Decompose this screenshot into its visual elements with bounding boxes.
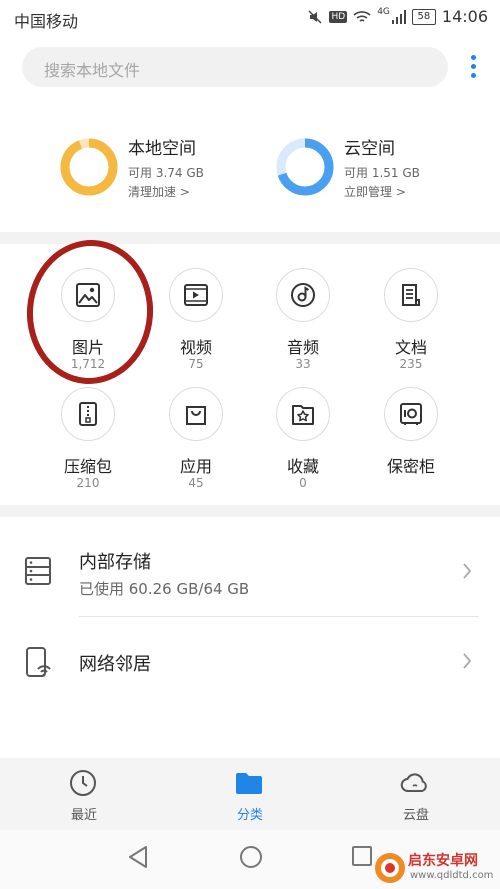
cloud-icon [400, 773, 427, 792]
battery-icon: 58 [411, 8, 436, 25]
app-bag-icon [169, 387, 223, 441]
category-documents[interactable]: 文档 235 [358, 268, 468, 388]
recents-square-icon[interactable] [350, 844, 374, 868]
watermark-url: www.qdldtd.com [410, 870, 494, 881]
watermark-text: 启东安卓网 [408, 853, 478, 869]
status-bar: 中国移动 HD 4G 58 14:06 [0, 0, 500, 36]
video-icon [169, 268, 223, 322]
category-apps[interactable]: 应用 45 [143, 387, 253, 507]
chevron-right-icon [463, 563, 472, 579]
status-icons: HD 4G 58 14:06 [307, 7, 488, 26]
internal-storage-usage: 已使用 60.26 GB/64 GB [79, 580, 250, 598]
wifi-icon [353, 10, 371, 22]
category-label: 收藏 [286, 457, 319, 476]
internal-storage-title: 内部存储 [79, 552, 151, 573]
category-safe[interactable]: 保密柜 [358, 387, 468, 507]
clock: 14:06 [441, 7, 488, 26]
image-icon [61, 268, 115, 322]
category-label: 图片 [71, 338, 104, 357]
local-storage-title: 本地空间 [128, 139, 196, 159]
internal-storage-row[interactable]: 内部存储 已使用 60.26 GB/64 GB [0, 517, 500, 616]
cloud-storage-available: 可用 1.51 GB [344, 166, 420, 180]
network-neighbor-title: 网络邻居 [79, 654, 151, 675]
storage-drive-icon [25, 557, 51, 585]
category-count: 33 [295, 357, 311, 371]
watermark-logo-icon [375, 853, 405, 883]
local-storage-available: 可用 3.74 GB [128, 166, 204, 180]
tab-category[interactable]: 分类 [190, 758, 310, 830]
cloud-storage-title: 云空间 [344, 139, 395, 159]
site-watermark: 启东安卓网 www.qdldtd.com [372, 848, 500, 889]
hd-icon: HD [329, 10, 348, 23]
tab-recent[interactable]: 最近 [24, 758, 144, 830]
network-type: 4G [377, 7, 390, 17]
archive-icon [61, 387, 115, 441]
category-count: 0 [299, 476, 307, 490]
battery-level: 58 [417, 11, 431, 22]
favorite-star-icon [276, 387, 330, 441]
folder-icon [236, 773, 262, 794]
category-count: 210 [76, 476, 100, 490]
bottom-tab-bar: 最近 分类 云盘 [0, 758, 500, 830]
more-options-icon[interactable] [464, 52, 482, 82]
document-icon [384, 268, 438, 322]
tab-category-label: 分类 [236, 808, 263, 823]
tab-cloud-drive-label: 云盘 [402, 808, 429, 823]
category-count: 75 [188, 357, 204, 371]
category-videos[interactable]: 视频 75 [143, 268, 253, 388]
cloud-storage-card[interactable]: 云空间 可用 1.51 GB 立即管理 > [276, 130, 446, 200]
category-favorites[interactable]: 收藏 0 [250, 387, 360, 507]
home-circle-icon[interactable] [238, 844, 264, 870]
search-input[interactable]: 搜索本地文件 [22, 47, 448, 87]
category-count: 1,712 [70, 357, 106, 371]
search-placeholder: 搜索本地文件 [44, 61, 141, 80]
back-triangle-icon[interactable] [126, 844, 150, 870]
tab-recent-label: 最近 [70, 808, 97, 823]
mute-icon [308, 9, 323, 24]
clock-icon [70, 770, 96, 796]
safe-icon [384, 387, 438, 441]
category-archives[interactable]: 压缩包 210 [35, 387, 145, 507]
category-label: 保密柜 [386, 457, 435, 476]
cloud-storage-donut [276, 138, 334, 196]
manage-now-link[interactable]: 立即管理 > [344, 183, 406, 200]
section-divider [0, 232, 500, 244]
category-label: 文档 [394, 338, 427, 357]
local-storage-card[interactable]: 本地空间 可用 3.74 GB 清理加速 > [60, 130, 230, 200]
section-divider [0, 505, 500, 517]
category-label: 应用 [179, 457, 212, 476]
chevron-right-icon [463, 653, 472, 669]
category-images[interactable]: 图片 1,712 [35, 268, 145, 388]
category-label: 视频 [179, 338, 212, 357]
audio-icon [276, 268, 330, 322]
carrier-name: 中国移动 [14, 12, 79, 31]
tab-cloud-drive[interactable]: 云盘 [356, 758, 476, 830]
category-audio[interactable]: 音频 33 [250, 268, 360, 388]
category-label: 压缩包 [63, 457, 112, 476]
category-count: 235 [399, 357, 423, 371]
signal-icon [391, 9, 406, 24]
network-device-icon [26, 647, 51, 677]
category-count: 45 [188, 476, 204, 490]
network-neighbor-row[interactable]: 网络邻居 [0, 617, 500, 707]
category-label: 音频 [286, 338, 319, 357]
clean-speedup-link[interactable]: 清理加速 > [128, 183, 190, 200]
local-storage-donut [60, 138, 118, 196]
